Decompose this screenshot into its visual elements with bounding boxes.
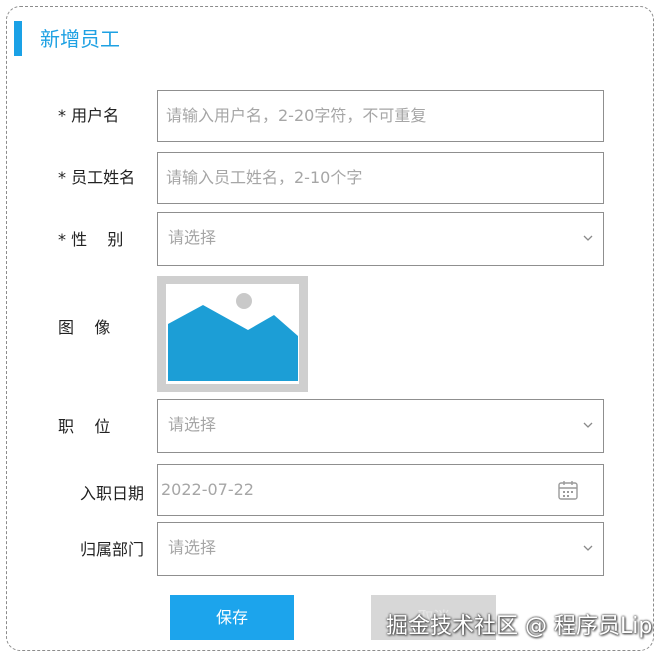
position-select[interactable]: 请选择 [157, 399, 604, 453]
gender-select[interactable]: 请选择 [157, 212, 604, 266]
position-select-placeholder: 请选择 [168, 415, 217, 434]
chevron-down-icon [583, 235, 593, 241]
department-select[interactable]: 请选择 [157, 522, 604, 576]
hire-date-value: 2022-07-22 [161, 480, 254, 499]
position-label: 职 位 [58, 417, 111, 436]
username-placeholder: 请输入用户名，2-20字符，不可重复 [166, 106, 427, 125]
watermark: 掘金技术社区 @ 程序员Lip [386, 614, 653, 639]
employee-name-input[interactable]: 请输入员工姓名，2-10个字 [157, 152, 604, 204]
gender-select-placeholder: 请选择 [168, 228, 217, 247]
department-select-placeholder: 请选择 [168, 538, 217, 557]
chevron-down-icon [583, 545, 593, 551]
avatar-label: 图 像 [58, 318, 111, 337]
title-accent-bar [14, 21, 22, 56]
page-title: 新增员工 [40, 27, 120, 51]
employee-name-placeholder: 请输入员工姓名，2-10个字 [166, 168, 363, 187]
calendar-icon[interactable] [557, 479, 579, 501]
image-placeholder-icon [166, 284, 299, 384]
chevron-down-icon [583, 422, 593, 428]
gender-label: * 性 别 [58, 230, 124, 249]
save-button[interactable]: 保存 [170, 595, 294, 640]
username-input[interactable]: 请输入用户名，2-20字符，不可重复 [157, 90, 604, 142]
employee-name-label: * 员工姓名 [58, 168, 136, 187]
avatar-upload[interactable] [157, 276, 308, 392]
username-label: * 用户名 [58, 106, 120, 125]
hire-date-input[interactable]: 2022-07-22 [157, 464, 604, 516]
